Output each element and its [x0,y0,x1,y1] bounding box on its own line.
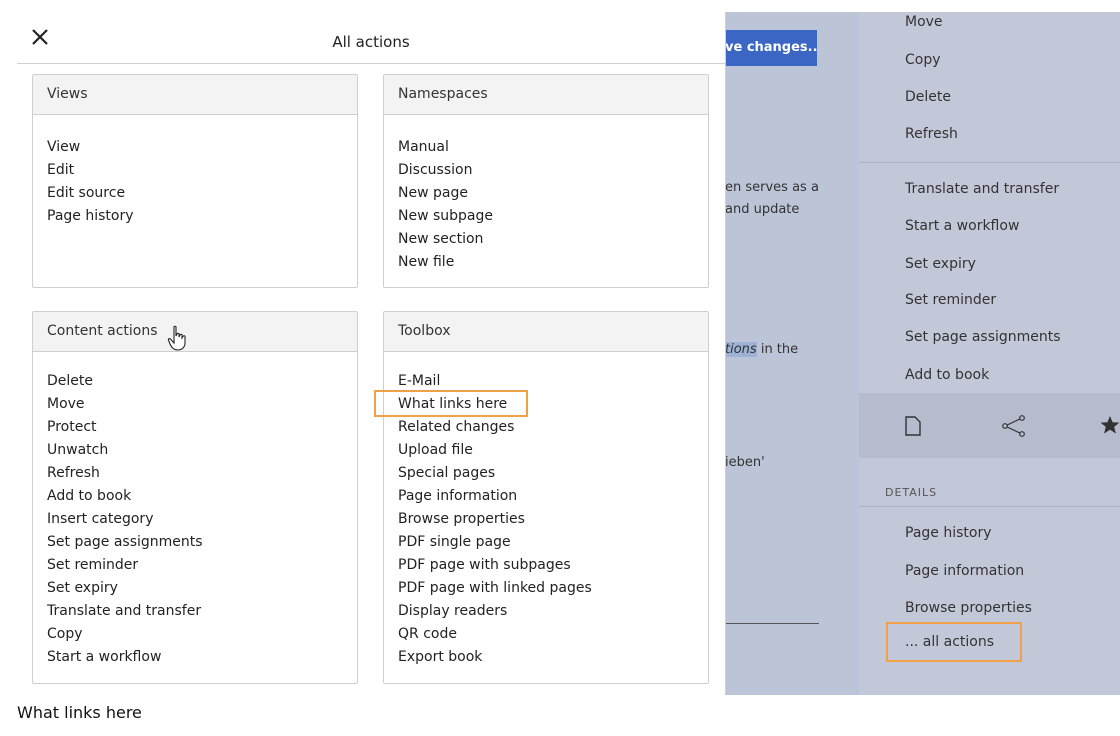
caption: What links here [17,703,142,722]
action-add-to-book[interactable]: Add to book [47,485,203,508]
highlighted-text: tions [725,342,757,357]
sidebar-item-copy[interactable]: Copy [905,52,941,68]
action-copy[interactable]: Copy [47,623,203,646]
action-protect[interactable]: Protect [47,416,203,439]
sidebar-item-browse-properties[interactable]: Browse properties [905,600,1032,616]
sidebar-item-translate[interactable]: Translate and transfer [905,181,1059,197]
page-text: en serves as a [725,180,819,195]
action-new-section[interactable]: New section [398,228,493,251]
action-move[interactable]: Move [47,393,203,416]
dialog-header: All actions [17,12,725,64]
action-special-pages[interactable]: Special pages [398,462,592,485]
hand-cursor-icon [167,325,186,351]
toolbox-title: Toolbox [398,323,451,339]
sidebar-item-add-to-book[interactable]: Add to book [905,367,989,383]
action-edit-source[interactable]: Edit source [47,182,134,205]
action-related-changes[interactable]: Related changes [398,416,592,439]
action-what-links-here[interactable]: What links here [374,390,592,417]
sidebar-item-refresh[interactable]: Refresh [905,126,958,142]
action-refresh[interactable]: Refresh [47,462,203,485]
content-actions-list: Delete Move Protect Unwatch Refresh Add … [47,370,203,669]
action-translate-and-transfer[interactable]: Translate and transfer [47,600,203,623]
namespaces-title: Namespaces [398,86,488,102]
action-unwatch[interactable]: Unwatch [47,439,203,462]
action-qr-code[interactable]: QR code [398,623,592,646]
namespaces-list: Manual Discussion New page New subpage N… [398,136,493,274]
action-set-expiry[interactable]: Set expiry [47,577,203,600]
details-heading: DETAILS [885,486,938,499]
action-discussion[interactable]: Discussion [398,159,493,182]
action-new-page[interactable]: New page [398,182,493,205]
action-export-book[interactable]: Export book [398,646,592,669]
all-actions-dialog: All actions Views View Edit Edit source … [17,12,726,695]
action-page-history[interactable]: Page history [47,205,134,228]
action-start-workflow[interactable]: Start a workflow [47,646,203,669]
action-pdf-with-linked-pages[interactable]: PDF page with linked pages [398,577,592,600]
action-page-information[interactable]: Page information [398,485,592,508]
views-title: Views [47,86,88,102]
action-browse-properties[interactable]: Browse properties [398,508,592,531]
action-delete[interactable]: Delete [47,370,203,393]
action-edit[interactable]: Edit [47,159,134,182]
action-view[interactable]: View [47,136,134,159]
page-text: ieben' [725,455,765,470]
namespaces-panel: Namespaces Manual Discussion New page Ne… [383,74,709,288]
divider [859,506,1120,507]
page-text: tions in the [725,342,799,357]
action-pdf-single-page[interactable]: PDF single page [398,531,592,554]
page-icon[interactable] [905,416,921,436]
action-new-subpage[interactable]: New subpage [398,205,493,228]
all-actions-link[interactable]: ... all actions [886,622,1022,662]
sidebar-item-move[interactable]: Move [905,14,943,30]
action-display-readers[interactable]: Display readers [398,600,592,623]
focus-highlight [374,390,528,417]
sidebar-item-expiry[interactable]: Set expiry [905,256,976,272]
action-email[interactable]: E-Mail [398,370,592,393]
background-page: ve changes... en serves as a and update … [725,12,859,695]
action-manual[interactable]: Manual [398,136,493,159]
sidebar-item-workflow[interactable]: Start a workflow [905,218,1019,234]
content-actions-title: Content actions [47,323,158,339]
dialog-title: All actions [332,33,410,51]
action-pdf-with-subpages[interactable]: PDF page with subpages [398,554,592,577]
action-upload-file[interactable]: Upload file [398,439,592,462]
divider [725,623,819,624]
divider [859,162,1120,163]
sidebar-item-reminder[interactable]: Set reminder [905,292,996,308]
star-icon[interactable] [1099,415,1120,435]
sidebar-item-page-history[interactable]: Page history [905,525,992,541]
views-panel: Views View Edit Edit source Page history [32,74,358,288]
action-set-page-assignments[interactable]: Set page assignments [47,531,203,554]
content-actions-header: Content actions [33,312,357,352]
action-insert-category[interactable]: Insert category [47,508,203,531]
actions-sidebar: Move Copy Delete Refresh Translate and t… [859,12,1120,695]
sidebar-item-page-information[interactable]: Page information [905,563,1024,579]
page-text: and update [725,202,800,217]
toolbox-panel: Toolbox E-Mail What links here Related c… [374,311,709,684]
views-list: View Edit Edit source Page history [47,136,134,228]
sidebar-item-assignments[interactable]: Set page assignments [905,329,1061,345]
toolbox-list: E-Mail What links here Related changes U… [374,370,592,669]
action-new-file[interactable]: New file [398,251,493,274]
sidebar-icon-bar [859,393,1120,458]
share-icon[interactable] [1001,415,1027,437]
toolbox-header: Toolbox [384,312,708,352]
views-header: Views [33,75,357,115]
save-changes-button[interactable]: ve changes... [725,30,817,66]
action-set-reminder[interactable]: Set reminder [47,554,203,577]
screenshot-frame: ve changes... en serves as a and update … [17,12,1120,695]
sidebar-item-delete[interactable]: Delete [905,89,951,105]
content-actions-panel: Content actions Delete Move Protect Unwa… [32,311,358,684]
namespaces-header: Namespaces [384,75,708,115]
